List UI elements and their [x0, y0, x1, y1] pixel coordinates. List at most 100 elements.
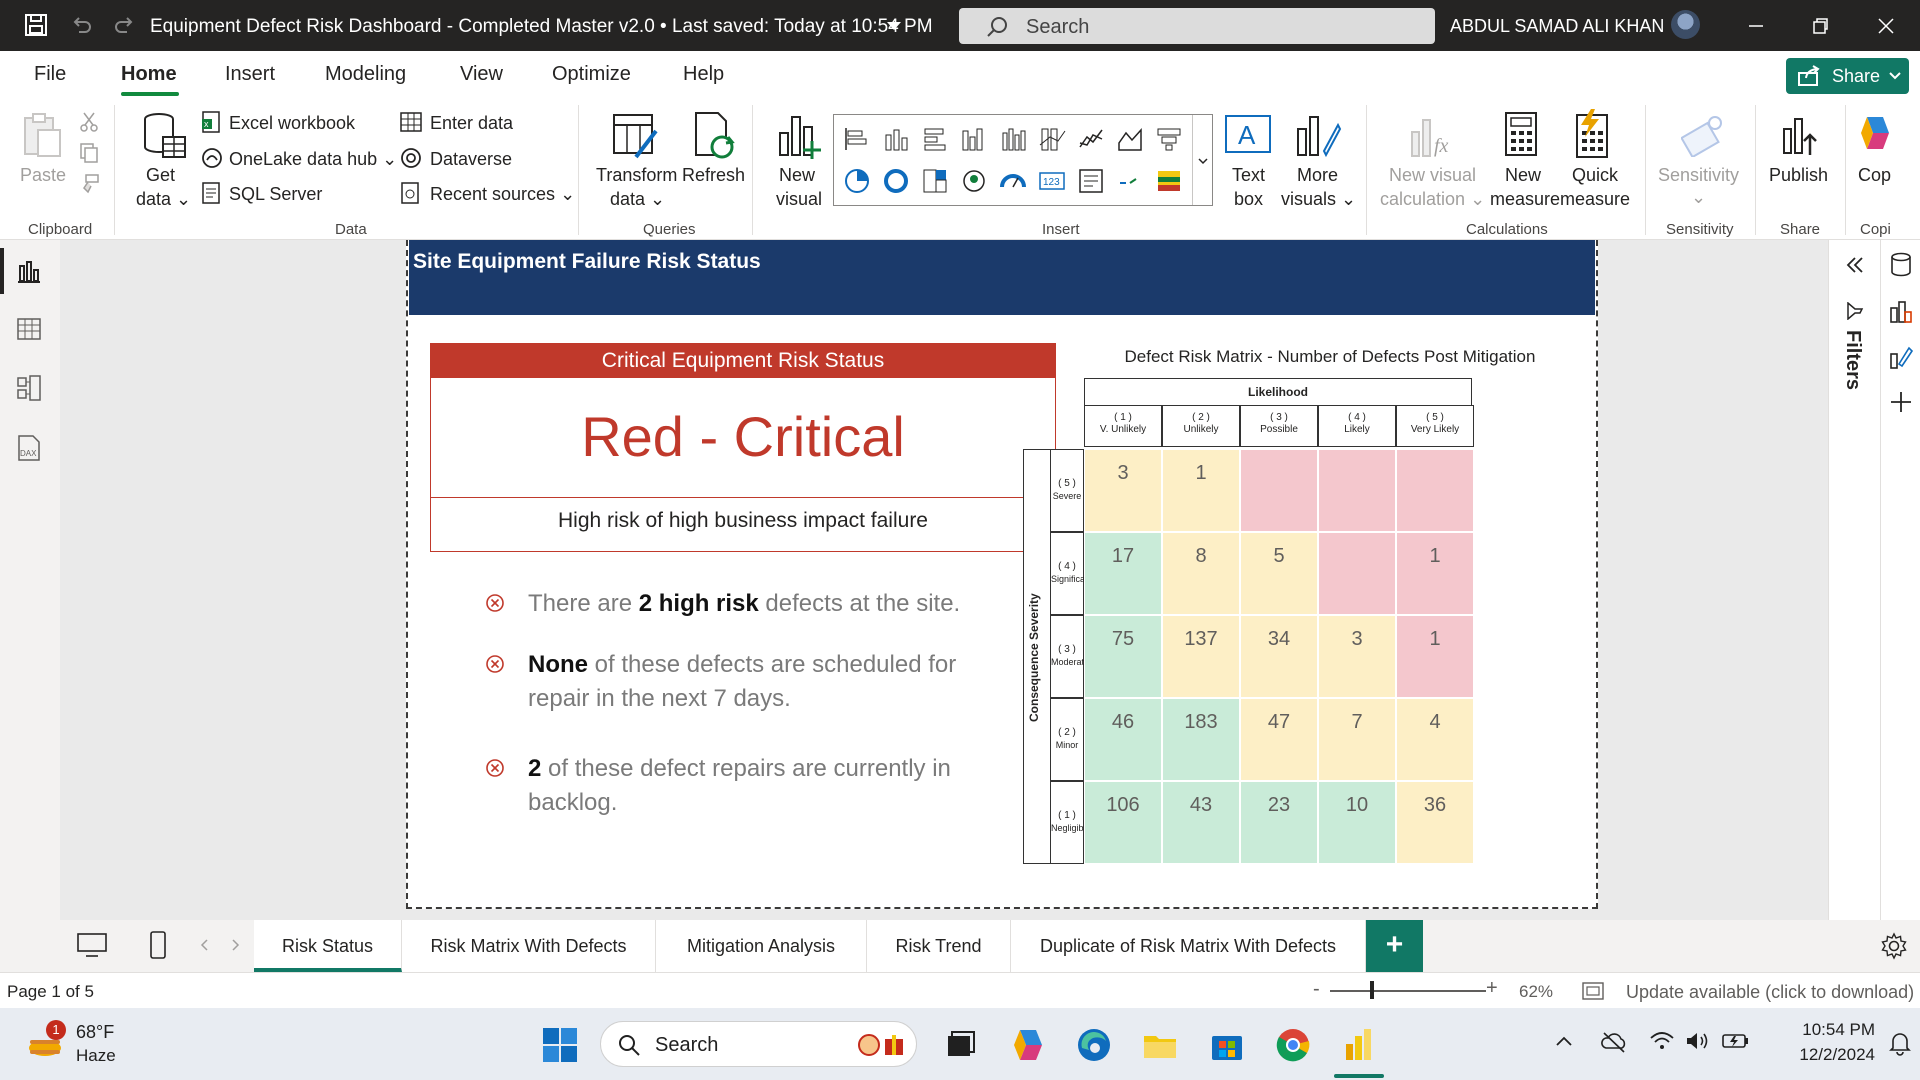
- matrix-cell[interactable]: 10: [1318, 781, 1396, 864]
- onelake-data-hub-button[interactable]: OneLake data hub ⌄: [229, 149, 397, 170]
- matrix-cell[interactable]: 75: [1084, 615, 1162, 698]
- title-dropdown-icon[interactable]: [887, 22, 901, 30]
- undo-icon[interactable]: [70, 13, 94, 37]
- recent-sources-button[interactable]: Recent sources ⌄: [430, 184, 575, 205]
- refresh-icon[interactable]: [692, 111, 736, 161]
- matrix-cell[interactable]: 8: [1162, 532, 1240, 615]
- stacked-bar-chart-icon[interactable]: [843, 125, 871, 153]
- taskbar-search-box[interactable]: Search: [600, 1021, 917, 1067]
- model-view-icon[interactable]: [16, 374, 42, 402]
- update-available-link[interactable]: Update available (click to download): [1626, 982, 1914, 1003]
- notification-bell-icon[interactable]: [1889, 1030, 1911, 1056]
- matrix-cell[interactable]: 1: [1396, 532, 1474, 615]
- file-explorer-icon[interactable]: [1141, 1026, 1179, 1064]
- chevron-right-icon[interactable]: [230, 938, 242, 952]
- wifi-icon[interactable]: [1649, 1030, 1675, 1052]
- donut-chart-icon[interactable]: [882, 167, 910, 195]
- fit-to-page-icon[interactable]: [1581, 981, 1605, 1001]
- 100-stacked-bar-icon[interactable]: [999, 125, 1027, 153]
- desktop-layout-icon[interactable]: [76, 932, 108, 958]
- card-icon[interactable]: 123: [1038, 167, 1066, 195]
- volume-icon[interactable]: [1685, 1030, 1711, 1052]
- windows-start-icon[interactable]: [541, 1026, 579, 1064]
- matrix-cell[interactable]: 3: [1084, 449, 1162, 532]
- copilot-taskbar-icon[interactable]: [1010, 1026, 1048, 1064]
- menu-help[interactable]: Help: [683, 63, 724, 86]
- menu-file[interactable]: File: [34, 63, 66, 86]
- report-view-icon[interactable]: [16, 258, 42, 284]
- funnel-chart-icon[interactable]: [1155, 125, 1183, 153]
- weather-temperature[interactable]: 68°F: [76, 1022, 114, 1043]
- tab-risk-trend[interactable]: Risk Trend: [867, 920, 1011, 972]
- restore-icon[interactable]: [1806, 12, 1834, 40]
- transform-data-icon[interactable]: [612, 113, 660, 161]
- text-box-icon[interactable]: A: [1224, 114, 1272, 154]
- settings-gear-icon[interactable]: [1880, 932, 1908, 960]
- zoom-out-button[interactable]: -: [1313, 978, 1320, 1001]
- pie-chart-icon[interactable]: [843, 167, 871, 195]
- matrix-cell[interactable]: 7: [1318, 698, 1396, 781]
- zoom-in-button[interactable]: +: [1486, 977, 1498, 1000]
- onedrive-icon[interactable]: [1600, 1030, 1628, 1054]
- matrix-cell[interactable]: [1396, 449, 1474, 532]
- matrix-cell[interactable]: 5: [1240, 532, 1318, 615]
- clustered-column-chart-icon[interactable]: [960, 125, 988, 153]
- sql-server-button[interactable]: SQL Server: [229, 184, 322, 205]
- paste-icon[interactable]: [22, 112, 64, 158]
- tab-risk-status[interactable]: Risk Status: [254, 920, 402, 972]
- tab-duplicate-risk-matrix[interactable]: Duplicate of Risk Matrix With Defects: [1011, 920, 1366, 972]
- zoom-level[interactable]: 62%: [1519, 982, 1553, 1002]
- chevron-up-icon[interactable]: [1554, 1034, 1574, 1048]
- zoom-slider[interactable]: [1330, 990, 1486, 992]
- stacked-column-chart-icon[interactable]: [882, 125, 910, 153]
- matrix-cell[interactable]: 46: [1084, 698, 1162, 781]
- 100-stacked-column-icon[interactable]: [1038, 125, 1066, 153]
- matrix-cell[interactable]: 34: [1240, 615, 1318, 698]
- copy-icon[interactable]: [78, 142, 100, 164]
- copilot-icon[interactable]: [1859, 113, 1895, 153]
- user-name[interactable]: ABDUL SAMAD ALI KHAN: [1450, 16, 1664, 37]
- matrix-cell[interactable]: 183: [1162, 698, 1240, 781]
- matrix-cell[interactable]: 43: [1162, 781, 1240, 864]
- avatar[interactable]: [1671, 10, 1700, 39]
- matrix-cell[interactable]: 3: [1318, 615, 1396, 698]
- new-visual-icon[interactable]: [776, 111, 822, 161]
- page-header-banner[interactable]: Site Equipment Failure Risk Status: [409, 240, 1595, 315]
- new-visual-calculation-icon[interactable]: fx: [1410, 114, 1454, 160]
- chrome-icon[interactable]: [1274, 1026, 1312, 1064]
- cut-icon[interactable]: [78, 111, 100, 133]
- share-button[interactable]: Share: [1786, 58, 1909, 94]
- gauge-icon[interactable]: [999, 167, 1027, 195]
- minimize-icon[interactable]: [1742, 12, 1770, 40]
- matrix-cell[interactable]: 137: [1162, 615, 1240, 698]
- multi-row-card-icon[interactable]: [1077, 167, 1105, 195]
- clock-date[interactable]: 12/2/2024: [1775, 1045, 1875, 1065]
- double-chevron-left-icon[interactable]: [1844, 254, 1866, 276]
- line-chart-icon[interactable]: [1077, 125, 1105, 153]
- tab-mitigation-analysis[interactable]: Mitigation Analysis: [656, 920, 867, 972]
- battery-icon[interactable]: [1721, 1032, 1749, 1050]
- matrix-cell[interactable]: 47: [1240, 698, 1318, 781]
- excel-workbook-button[interactable]: Excel workbook: [229, 113, 355, 134]
- matrix-cell[interactable]: [1318, 532, 1396, 615]
- matrix-cell[interactable]: 1: [1396, 615, 1474, 698]
- microsoft-store-icon[interactable]: [1208, 1026, 1246, 1064]
- zoom-slider-thumb[interactable]: [1370, 981, 1374, 999]
- area-chart-icon[interactable]: [1116, 125, 1144, 153]
- format-visual-icon[interactable]: [1889, 344, 1913, 370]
- build-visual-icon[interactable]: [1889, 298, 1913, 324]
- chevron-left-icon[interactable]: [198, 938, 210, 952]
- weather-description[interactable]: Haze: [76, 1046, 116, 1066]
- matrix-cell[interactable]: 4: [1396, 698, 1474, 781]
- matrix-cell[interactable]: 23: [1240, 781, 1318, 864]
- redo-icon[interactable]: [112, 13, 136, 37]
- table-view-icon[interactable]: [16, 316, 42, 342]
- gallery-expand-button[interactable]: [1192, 115, 1212, 205]
- get-data-icon[interactable]: [141, 111, 187, 161]
- enter-data-button[interactable]: Enter data: [430, 113, 513, 134]
- edge-icon[interactable]: [1075, 1026, 1113, 1064]
- window-title[interactable]: Equipment Defect Risk Dashboard - Comple…: [150, 16, 933, 38]
- close-icon[interactable]: [1872, 12, 1900, 40]
- mobile-layout-icon[interactable]: [148, 930, 168, 960]
- filters-pane-collapsed[interactable]: Filters: [1828, 240, 1880, 920]
